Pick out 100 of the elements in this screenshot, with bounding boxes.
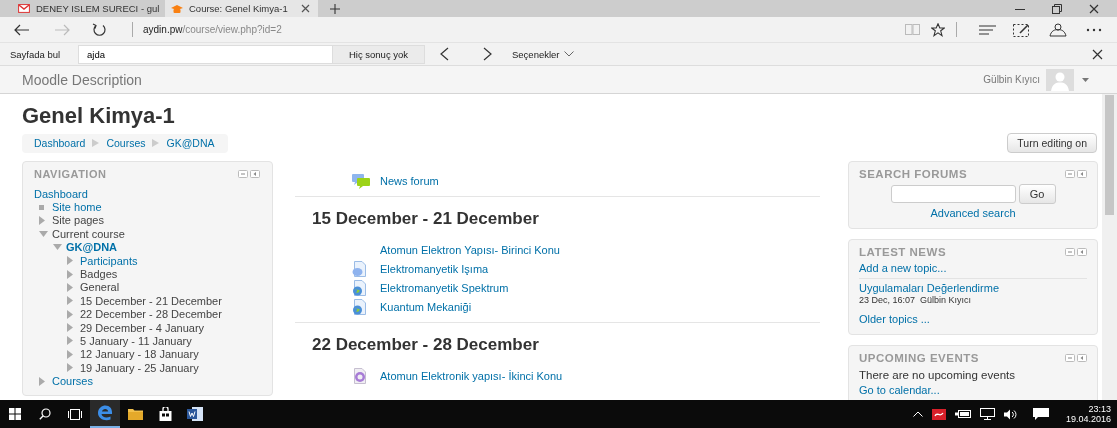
battery-icon[interactable]: [954, 410, 971, 418]
breadcrumb-link[interactable]: GK@DNA: [166, 137, 215, 149]
result-status: Hiç sonuç yok: [333, 44, 425, 64]
options-button[interactable]: Seçenekler: [512, 48, 574, 60]
browser-tab[interactable]: DENEY ISLEM SURECI - gul: [12, 0, 165, 17]
restore-icon[interactable]: [1052, 3, 1062, 14]
post-author: Gülbin Kıyıcı: [920, 295, 972, 306]
nav-item[interactable]: Site pages: [52, 214, 104, 227]
arrow-right-icon[interactable]: [67, 256, 73, 266]
section-heading: 15 December - 21 December: [312, 209, 540, 229]
nav-item[interactable]: 15 December - 21 December: [80, 294, 222, 307]
share-icon[interactable]: [1049, 22, 1067, 37]
cap-icon: [171, 3, 183, 14]
close-icon[interactable]: [1089, 3, 1099, 14]
browser-icon[interactable]: [97, 405, 113, 421]
globe-document-icon: [352, 279, 368, 296]
nav-item[interactable]: 19 January - 25 January: [80, 361, 199, 374]
go-button[interactable]: Go: [1018, 184, 1056, 204]
scrollbar[interactable]: [1102, 94, 1117, 400]
nav-item[interactable]: 22 December - 28 December: [80, 308, 222, 321]
arrow-down-icon[interactable]: [39, 230, 48, 237]
add-topic-link[interactable]: Add a new topic...: [859, 262, 947, 274]
nav-link[interactable]: Courses: [52, 375, 93, 388]
find-label: Sayfada bul: [10, 48, 62, 60]
nav-item[interactable]: 29 December - 4 January: [80, 321, 205, 334]
nav-item[interactable]: 12 January - 18 January: [80, 348, 199, 361]
arrow-right-icon[interactable]: [67, 269, 73, 279]
back-icon[interactable]: [14, 23, 30, 36]
site-name[interactable]: Moodle Description: [22, 71, 142, 88]
close-tab-icon[interactable]: [301, 4, 310, 13]
scrollbar-thumb[interactable]: [1105, 95, 1114, 215]
chevron-left-icon[interactable]: [440, 47, 449, 61]
volume-icon[interactable]: [1003, 408, 1018, 420]
older-topics-link[interactable]: Older topics ...: [859, 313, 930, 325]
close-find-icon[interactable]: [1092, 48, 1103, 60]
caret-down-icon[interactable]: [1082, 77, 1089, 82]
shopping-bag-icon[interactable]: [158, 407, 172, 421]
nav-link[interactable]: Site home: [52, 201, 102, 214]
refresh-icon[interactable]: [92, 22, 107, 37]
nav-item[interactable]: 5 January - 11 January: [80, 335, 192, 347]
user-name[interactable]: Gülbin Kıyıcı: [983, 74, 1040, 85]
nav-link[interactable]: Dashboard: [34, 187, 88, 200]
browser-tab[interactable]: Course: Genel Kimya-1: [165, 0, 318, 17]
turn-editing-button[interactable]: Turn editing on: [1007, 133, 1097, 153]
events-message: There are no upcoming events: [859, 369, 1015, 381]
arrow-box-icon[interactable]: [1077, 248, 1087, 256]
arrow-down-icon[interactable]: [53, 244, 62, 251]
windows-icon[interactable]: [9, 408, 21, 420]
arrow-right-icon[interactable]: [67, 309, 73, 319]
arrow-right-icon[interactable]: [67, 363, 73, 373]
find-field[interactable]: ajda: [78, 44, 333, 64]
calendar-link[interactable]: Go to calendar...: [859, 384, 940, 396]
nav-link[interactable]: Participants: [80, 254, 138, 267]
star-icon[interactable]: [931, 22, 945, 37]
notification-icon[interactable]: [1032, 407, 1049, 421]
more-icon[interactable]: [1086, 27, 1102, 32]
separator-icon: [92, 139, 100, 147]
lines-icon[interactable]: [979, 24, 996, 35]
arrow-right-icon[interactable]: [39, 376, 45, 386]
arrow-right-icon[interactable]: [67, 296, 73, 306]
chevron-right-icon[interactable]: [483, 47, 492, 61]
arrow-right-icon[interactable]: [67, 336, 73, 346]
activity-link[interactable]: Elektromanyetik Işıma: [380, 262, 489, 275]
activity-link[interactable]: Atomun Elektronik yapısı- İkinci Konu: [380, 369, 563, 382]
folder-icon[interactable]: [127, 408, 143, 420]
activity-link[interactable]: Atomun Elektron Yapısı- Birinci Konu: [380, 243, 560, 256]
activity-link[interactable]: News forum: [380, 174, 439, 187]
search-field[interactable]: [890, 185, 1016, 203]
arrow-box-icon[interactable]: [1077, 354, 1087, 362]
search-icon[interactable]: [39, 408, 51, 420]
clock-time[interactable]: 23:13: [1088, 404, 1111, 414]
news-post-link[interactable]: Uygulamaları Değerlendirme: [859, 282, 999, 294]
arrow-right-icon[interactable]: [67, 349, 73, 359]
breadcrumb-link[interactable]: Dashboard: [34, 137, 86, 149]
arrow-right-icon[interactable]: [39, 215, 45, 225]
pen-note-icon[interactable]: [1013, 22, 1030, 37]
document-icon[interactable]: [187, 407, 203, 421]
chat-bubbles-icon: [352, 172, 370, 189]
advanced-search-link[interactable]: Advanced search: [930, 207, 1016, 219]
nav-link[interactable]: GK@DNA: [66, 241, 118, 254]
separator-icon: [152, 139, 160, 147]
arrow-right-icon[interactable]: [67, 323, 73, 333]
nav-item[interactable]: Current course: [52, 227, 125, 240]
breadcrumb-link[interactable]: Courses: [106, 137, 146, 149]
arrow-right-icon[interactable]: [67, 282, 73, 292]
nav-item[interactable]: Badges: [80, 268, 118, 281]
clock-date[interactable]: 19.04.2016: [1065, 414, 1111, 424]
arrow-box-icon[interactable]: [1077, 170, 1087, 178]
tray-app-icon[interactable]: [931, 408, 946, 420]
arrow-box-icon[interactable]: [250, 170, 260, 178]
block-title: SEARCH FORUMS: [859, 168, 968, 180]
activity-link[interactable]: Elektromanyetik Spektrum: [380, 281, 509, 294]
section-heading: 22 December - 28 December: [312, 335, 540, 355]
nav-item[interactable]: General: [80, 281, 120, 294]
plus-icon[interactable]: [330, 3, 340, 14]
block-title: NAVIGATION: [34, 168, 107, 180]
caret-up-icon[interactable]: [912, 411, 923, 417]
network-icon[interactable]: [979, 408, 995, 420]
activity-link[interactable]: Kuantum Mekaniği: [380, 300, 472, 313]
task-view-icon[interactable]: [68, 408, 82, 420]
